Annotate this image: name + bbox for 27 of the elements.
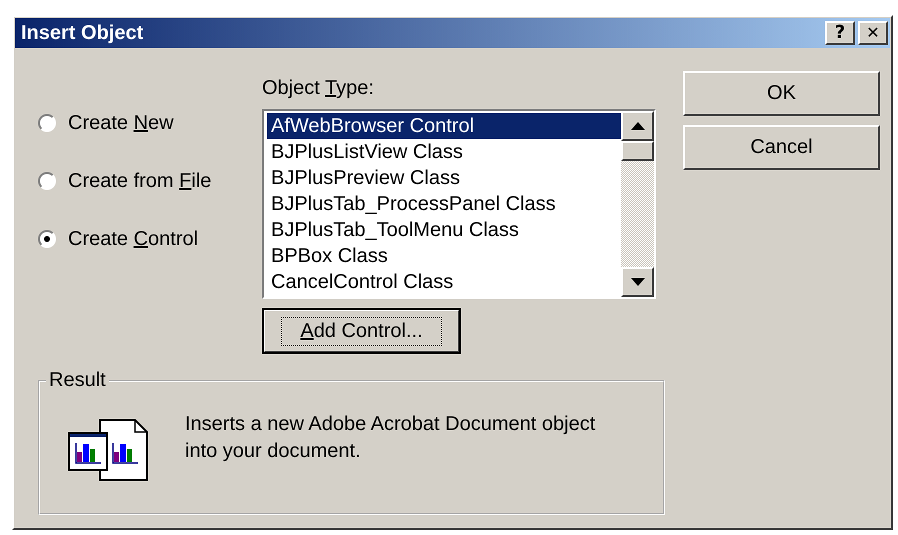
- radio-button[interactable]: [38, 230, 56, 248]
- field-label: Object Type:: [262, 77, 375, 101]
- object-type-list[interactable]: AfWebBrowser Control BJPlusListView Class BJPlusPreview Class BJPlusTab_ProcessPanel Class BJPlusTab_ToolMenu Class BPBox Class CancelControl Class: [262, 109, 656, 299]
- list-item[interactable]: CancelControl Class: [267, 269, 621, 295]
- radio-button[interactable]: [38, 114, 56, 132]
- radio-label[interactable]: Create New: [68, 112, 174, 134]
- window-title: Insert Object: [21, 22, 144, 44]
- scrollbar[interactable]: [621, 111, 654, 297]
- result-description: Inserts a new Adobe Acrobat Document object into your document.: [185, 412, 596, 464]
- cancel-button[interactable]: Cancel: [683, 125, 880, 170]
- radio-label[interactable]: Create Control: [68, 228, 198, 250]
- list-item[interactable]: AfWebBrowser Control: [267, 113, 621, 139]
- close-button[interactable]: ✕: [858, 21, 888, 45]
- add-control-button[interactable]: Add Control...: [263, 309, 460, 353]
- radio-button[interactable]: [38, 172, 56, 190]
- chart-documents-icon: [68, 418, 150, 482]
- radio-label[interactable]: Create from File: [68, 170, 212, 192]
- scroll-up-arrow-icon[interactable]: [630, 122, 644, 130]
- list-item[interactable]: BPBox Class: [267, 243, 621, 269]
- ok-button[interactable]: OK: [683, 71, 880, 116]
- help-button[interactable]: ?: [825, 21, 855, 45]
- list-item[interactable]: BJPlusTab_ProcessPanel Class: [267, 191, 621, 217]
- list-item[interactable]: BJPlusTab_ToolMenu Class: [267, 217, 621, 243]
- list-item[interactable]: BJPlusListView Class: [267, 139, 621, 165]
- list-item[interactable]: BJPlusPreview Class: [267, 165, 621, 191]
- scroll-thumb[interactable]: [621, 141, 654, 161]
- scroll-down-arrow-icon[interactable]: [630, 278, 644, 286]
